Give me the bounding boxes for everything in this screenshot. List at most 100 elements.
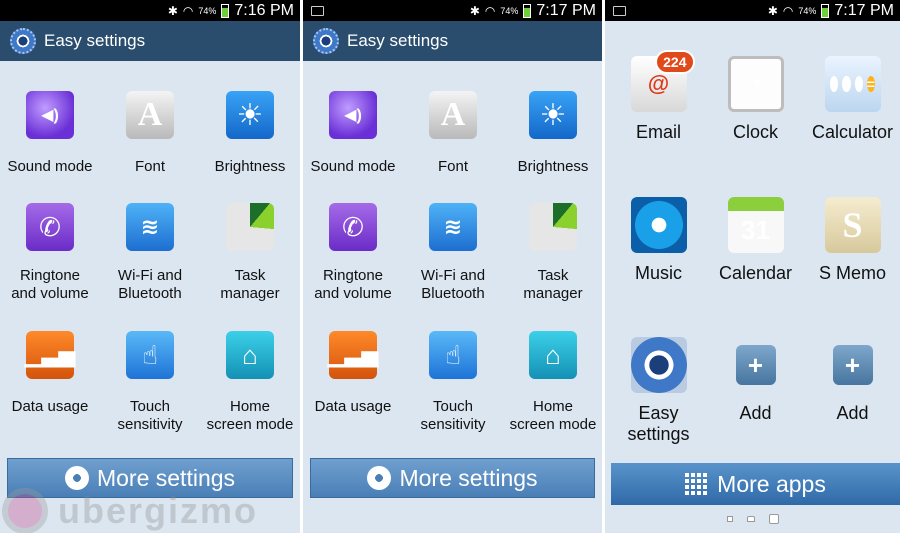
tile-label: Touch sensitivity [420, 398, 486, 433]
font-tile[interactable]: A Font [100, 91, 200, 176]
ringtone-icon: ✆ [329, 203, 377, 251]
calculator-icon: + − × = [824, 56, 881, 112]
battery-percent: 74% [798, 5, 817, 16]
settings-gear-icon [10, 28, 36, 54]
tile-label: Data usage [11, 398, 89, 415]
task-manager-icon [226, 203, 274, 251]
music-icon: ♪ [630, 197, 687, 253]
tile-label: Font [437, 158, 468, 175]
active-page-dot[interactable] [768, 514, 779, 524]
app-label: Email [635, 122, 681, 142]
email-app[interactable]: @224 Email [610, 50, 707, 143]
ringtone-icon: ✆ [26, 203, 74, 251]
font-icon: A [429, 91, 477, 139]
touch-sensitivity-tile[interactable]: ☝ Touch sensitivity [403, 331, 503, 434]
calendar-app[interactable]: 31 Calendar [707, 197, 804, 284]
brightness-icon: ☀ [529, 91, 577, 139]
clock-time: 7:16 PM [234, 1, 294, 19]
more-apps-button[interactable]: More apps [611, 463, 900, 505]
home-screen-mode-tile[interactable]: ⌂ Home screen mode [200, 331, 300, 434]
touch-icon: ☝ [126, 331, 174, 379]
data-usage-tile[interactable]: ▁▃▅ Data usage [303, 331, 403, 416]
task-manager-icon [529, 203, 577, 251]
plus-icon: + [735, 345, 776, 385]
home-screen-icon: ⌂ [529, 331, 577, 379]
clock-icon: ◔ [727, 56, 784, 112]
app-label: Calendar [718, 263, 793, 283]
touch-sensitivity-tile[interactable]: ☝ Touch sensitivity [100, 331, 200, 434]
status-bar: ✱ ◠ 74% 7:17 PM [605, 0, 900, 21]
bluetooth-icon: ✱ [767, 3, 778, 18]
ringtone-tile[interactable]: ✆ Ringtone and volume [0, 203, 100, 303]
sound-mode-tile[interactable]: ◀) Sound mode [0, 91, 100, 176]
settings-gear-icon [630, 337, 687, 393]
app-label: S Memo [818, 263, 887, 283]
more-settings-button[interactable]: More settings [7, 458, 293, 498]
home-page-dot[interactable] [746, 516, 755, 522]
data-usage-icon: ▁▃▅ [25, 331, 75, 379]
music-app[interactable]: ♪ Music [610, 197, 707, 284]
wifi-icon: ◠ [484, 3, 496, 18]
app-label: Music [634, 263, 682, 283]
tile-label: Task manager [523, 267, 583, 302]
calendar-icon: 31 [727, 197, 784, 253]
title-bar: Easy settings [0, 21, 300, 61]
add-shortcut-button[interactable]: + Add [707, 337, 804, 424]
home-screen-mode-tile[interactable]: ⌂ Home screen mode [503, 331, 602, 434]
wifi-bluetooth-icon: ≋ [126, 203, 174, 251]
tile-label: Ringtone and volume [314, 267, 392, 302]
tile-label: Ringtone and volume [11, 267, 89, 302]
easy-home-screen: ✱ ◠ 74% 7:17 PM @224 Email ◔ Clock + − × = … [605, 0, 900, 533]
wifi-bluetooth-tile[interactable]: ≋ Wi-Fi and Bluetooth [100, 203, 200, 303]
calculator-app[interactable]: + − × = Calculator [804, 56, 900, 143]
brightness-tile[interactable]: ☀ Brightness [503, 91, 602, 176]
wifi-bluetooth-tile[interactable]: ≋ Wi-Fi and Bluetooth [403, 203, 503, 303]
app-label: Calculator [811, 122, 894, 142]
clock-time: 7:17 PM [536, 1, 596, 19]
font-tile[interactable]: A Font [403, 91, 503, 176]
app-label: Add [739, 403, 772, 423]
tile-label: Home screen mode [509, 398, 597, 433]
tile-label: Task manager [220, 267, 280, 302]
battery-percent: 74% [198, 5, 217, 16]
status-bar: ✱ ◠ 74% 7:16 PM [0, 0, 300, 21]
bluetooth-icon: ✱ [469, 3, 480, 18]
task-manager-tile[interactable]: Task manager [503, 203, 602, 303]
tile-label: Data usage [314, 398, 392, 415]
plus-icon: + [832, 345, 873, 385]
more-settings-button[interactable]: More settings [310, 458, 595, 498]
tile-label: Sound mode [310, 158, 396, 175]
s-memo-app[interactable]: S S Memo [804, 197, 900, 284]
tile-label: Wi-Fi and Bluetooth [420, 267, 486, 302]
easy-settings-app[interactable]: Easy settings [610, 337, 707, 445]
image-notification-icon [311, 5, 324, 16]
ringtone-tile[interactable]: ✆ Ringtone and volume [303, 203, 403, 303]
add-shortcut-button[interactable]: + Add [804, 337, 900, 424]
clock-app[interactable]: ◔ Clock [707, 56, 804, 143]
page-indicator [605, 514, 900, 524]
battery-icon [523, 3, 532, 18]
tile-label: Brightness [517, 158, 589, 175]
button-label: More apps [717, 470, 826, 497]
image-notification-icon [613, 5, 626, 16]
unread-badge: 224 [655, 50, 695, 74]
easy-settings-screen-1: ✱ ◠ 74% 7:16 PM Easy settings ◀) Sound mo… [0, 0, 300, 533]
button-label: More settings [96, 464, 236, 491]
bluetooth-icon: ✱ [167, 3, 178, 18]
sound-mode-tile[interactable]: ◀) Sound mode [303, 91, 403, 176]
settings-gear-icon [313, 28, 339, 54]
app-label: Clock [732, 122, 778, 142]
calendar-date: 31 [741, 214, 770, 245]
easy-settings-screen-2: ✱ ◠ 74% 7:17 PM Easy settings ◀) Sound mo… [303, 0, 602, 533]
data-usage-tile[interactable]: ▁▃▅ Data usage [0, 331, 100, 416]
page-dot[interactable] [726, 516, 733, 522]
app-label: Easy settings [627, 403, 690, 444]
task-manager-tile[interactable]: Task manager [200, 203, 300, 303]
tile-label: Sound mode [7, 158, 93, 175]
tile-label: Brightness [214, 158, 286, 175]
email-icon: @224 [630, 50, 695, 112]
brightness-icon: ☀ [226, 91, 274, 139]
brightness-tile[interactable]: ☀ Brightness [200, 91, 300, 176]
touch-icon: ☝ [429, 331, 477, 379]
wifi-icon: ◠ [782, 3, 794, 18]
